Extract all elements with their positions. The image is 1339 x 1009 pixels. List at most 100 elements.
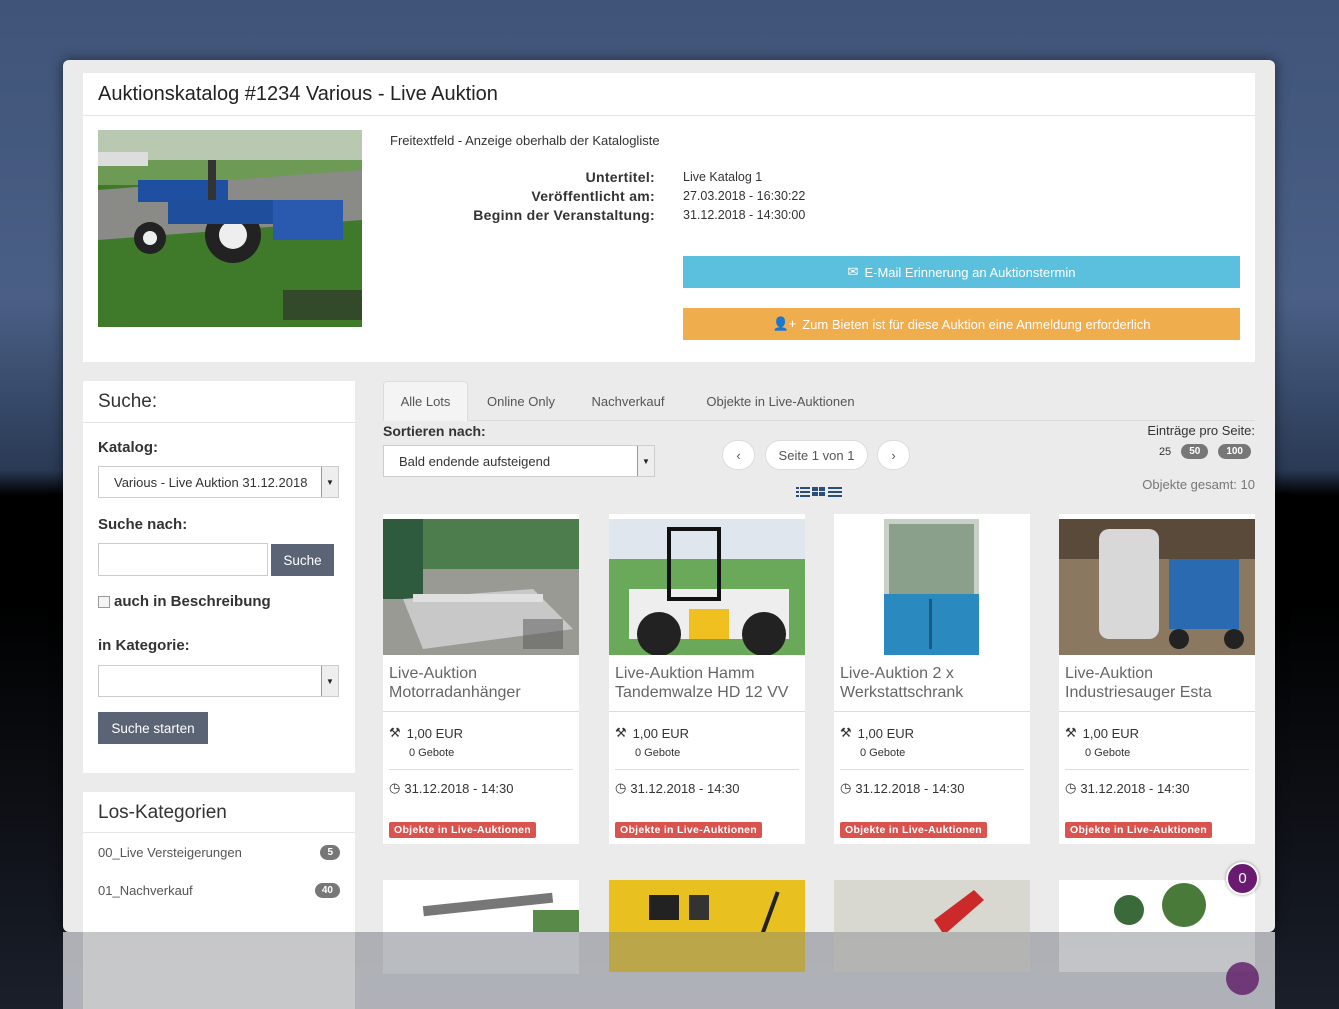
lot-bids: 0 Gebote bbox=[860, 747, 906, 759]
lot-card[interactable]: Live-Auktion Industriesauger Esta ⚒ 1,00 E… bbox=[1059, 514, 1255, 844]
lot-bids: 0 Gebote bbox=[1085, 747, 1131, 759]
category-item-nachverkauf[interactable]: 01_Nachverkauf 40 bbox=[98, 880, 340, 900]
lot-bids: 0 Gebote bbox=[409, 747, 455, 759]
lot-image[interactable] bbox=[834, 519, 1030, 655]
email-reminder-label: E-Mail Erinnerung an Auktionstermin bbox=[864, 264, 1076, 280]
catalog-label: Katalog: bbox=[98, 439, 158, 456]
per-page-25[interactable]: 25 bbox=[1159, 446, 1171, 458]
tab-online-only[interactable]: Online Only bbox=[471, 381, 571, 421]
catalog-select-value: Various - Live Auktion 31.12.2018 bbox=[114, 474, 308, 490]
meta-label-start: Beginn der Veranstaltung: bbox=[473, 207, 655, 223]
page-indicator: Seite 1 von 1 bbox=[765, 440, 868, 470]
search-input[interactable] bbox=[98, 543, 268, 576]
category-label: in Kategorie: bbox=[98, 637, 190, 654]
search-panel: Suche: Katalog: Various - Live Auktion 3… bbox=[83, 381, 355, 773]
lot-image[interactable] bbox=[1059, 880, 1255, 932]
chevron-down-icon: ▼ bbox=[637, 446, 654, 476]
category-select[interactable]: ▼ bbox=[98, 665, 339, 697]
cart-bubble[interactable]: 0 bbox=[1226, 862, 1259, 895]
lot-price: ⚒ 1,00 EUR bbox=[840, 725, 915, 741]
lot-price: ⚒ 1,00 EUR bbox=[1065, 725, 1140, 741]
list-view-icon[interactable] bbox=[796, 486, 810, 498]
category-label: 01_Nachverkauf bbox=[98, 882, 193, 898]
lot-title[interactable]: Live-Auktion Industriesauger Esta bbox=[1065, 664, 1253, 702]
lot-image[interactable] bbox=[609, 880, 805, 932]
search-title: Suche: bbox=[98, 391, 158, 412]
clock-icon: ◷ bbox=[1065, 780, 1077, 795]
in-description-label: auch in Beschreibung bbox=[114, 593, 271, 610]
divider bbox=[840, 769, 1024, 770]
chevron-down-icon: ▼ bbox=[321, 666, 338, 696]
lot-image[interactable] bbox=[1059, 519, 1255, 655]
divider bbox=[389, 769, 573, 770]
compact-view-icon[interactable] bbox=[828, 486, 842, 498]
lot-image[interactable] bbox=[383, 519, 579, 655]
lot-card[interactable]: Live-Auktion Motorradanhänger ⚒ 1,00 EUR 0… bbox=[383, 514, 579, 844]
grid-view-icon[interactable] bbox=[812, 486, 826, 498]
lot-date: ◷ 31.12.2018 - 14:30 bbox=[615, 780, 740, 796]
catalog-header: Auktionskatalog #1234 Various - Live Auk… bbox=[83, 73, 1255, 362]
lot-price: ⚒ 1,00 EUR bbox=[615, 725, 690, 741]
login-required-label: Zum Bieten ist für diese Auktion eine An… bbox=[802, 316, 1151, 332]
reflection-card bbox=[1059, 932, 1255, 972]
live-auction-badge: Objekte in Live-Auktionen bbox=[389, 822, 537, 838]
catalog-select[interactable]: Various - Live Auktion 31.12.2018 ▼ bbox=[98, 466, 339, 498]
lot-card[interactable]: Live-Auktion Hamm Tandemwalze HD 12 VV ⚒ 1… bbox=[609, 514, 805, 844]
divider bbox=[1059, 711, 1255, 712]
search-button[interactable]: Suche bbox=[271, 544, 334, 576]
in-description-checkbox[interactable] bbox=[98, 595, 110, 608]
divider bbox=[83, 422, 355, 423]
category-item-live[interactable]: 00_Live Versteigerungen 5 bbox=[98, 842, 340, 862]
next-page-button[interactable]: › bbox=[877, 440, 910, 470]
meta-value-start: 31.12.2018 - 14:30:00 bbox=[683, 208, 806, 222]
lot-card[interactable]: Live-Auktion 2 x Werkstattschrank ⚒ 1,00 E… bbox=[834, 514, 1030, 844]
lot-image[interactable] bbox=[834, 880, 1030, 932]
per-page-100[interactable]: 100 bbox=[1218, 444, 1251, 459]
lot-categories-panel: Los-Kategorien 00_Live Versteigerungen 5… bbox=[83, 792, 355, 932]
divider bbox=[83, 115, 1255, 116]
lot-card[interactable] bbox=[1059, 880, 1255, 932]
lot-card[interactable] bbox=[383, 880, 579, 932]
tab-nachverkauf[interactable]: Nachverkauf bbox=[578, 381, 678, 421]
tab-live-auktionen[interactable]: Objekte in Live-Auktionen bbox=[688, 381, 873, 421]
reflection-card bbox=[834, 932, 1030, 972]
envelope-icon: ✉ bbox=[847, 264, 859, 279]
divider bbox=[609, 711, 805, 712]
lot-title[interactable]: Live-Auktion Motorradanhänger bbox=[389, 664, 577, 702]
lot-card[interactable] bbox=[609, 880, 805, 932]
lot-title[interactable]: Live-Auktion 2 x Werkstattschrank bbox=[840, 664, 1028, 702]
lot-image[interactable] bbox=[383, 880, 579, 932]
reflection-card bbox=[383, 932, 579, 974]
categories-title: Los-Kategorien bbox=[98, 802, 227, 823]
lot-date: ◷ 31.12.2018 - 14:30 bbox=[1065, 780, 1190, 796]
in-description-option[interactable]: auch in Beschreibung bbox=[98, 593, 271, 610]
lot-image[interactable] bbox=[609, 519, 805, 655]
divider bbox=[615, 769, 799, 770]
email-reminder-button[interactable]: ✉ E-Mail Erinnerung an Auktionstermin bbox=[683, 256, 1240, 288]
user-plus-icon: 👤+ bbox=[772, 316, 797, 331]
per-page-options: 25 50 100 bbox=[1159, 444, 1251, 459]
clock-icon: ◷ bbox=[615, 780, 627, 795]
lot-tabs: Alle Lots Online Only Nachverkauf Objekt… bbox=[383, 381, 1255, 421]
reflection bbox=[63, 932, 1275, 1009]
chevron-down-icon: ▼ bbox=[321, 467, 338, 497]
per-page-50[interactable]: 50 bbox=[1181, 444, 1209, 459]
view-toggle bbox=[796, 486, 842, 498]
start-search-button[interactable]: Suche starten bbox=[98, 712, 208, 744]
freetext-field: Freitextfeld - Anzeige oberhalb der Kata… bbox=[390, 133, 660, 148]
prev-page-button[interactable]: ‹ bbox=[722, 440, 755, 470]
lot-price: ⚒ 1,00 EUR bbox=[389, 725, 464, 741]
live-auction-badge: Objekte in Live-Auktionen bbox=[840, 822, 988, 838]
gavel-icon: ⚒ bbox=[615, 725, 627, 740]
lot-title[interactable]: Live-Auktion Hamm Tandemwalze HD 12 VV bbox=[615, 664, 803, 702]
login-required-button[interactable]: 👤+ Zum Bieten ist für diese Auktion eine… bbox=[683, 308, 1240, 340]
gavel-icon: ⚒ bbox=[840, 725, 852, 740]
gavel-icon: ⚒ bbox=[389, 725, 401, 740]
live-auction-badge: Objekte in Live-Auktionen bbox=[615, 822, 763, 838]
sort-select[interactable]: Bald endende aufsteigend ▼ bbox=[383, 445, 655, 477]
lot-card[interactable] bbox=[834, 880, 1030, 932]
meta-value-published: 27.03.2018 - 16:30:22 bbox=[683, 189, 806, 203]
lot-bids: 0 Gebote bbox=[635, 747, 681, 759]
reflection-bubble bbox=[1226, 962, 1259, 995]
tab-alle-lots[interactable]: Alle Lots bbox=[383, 381, 468, 421]
